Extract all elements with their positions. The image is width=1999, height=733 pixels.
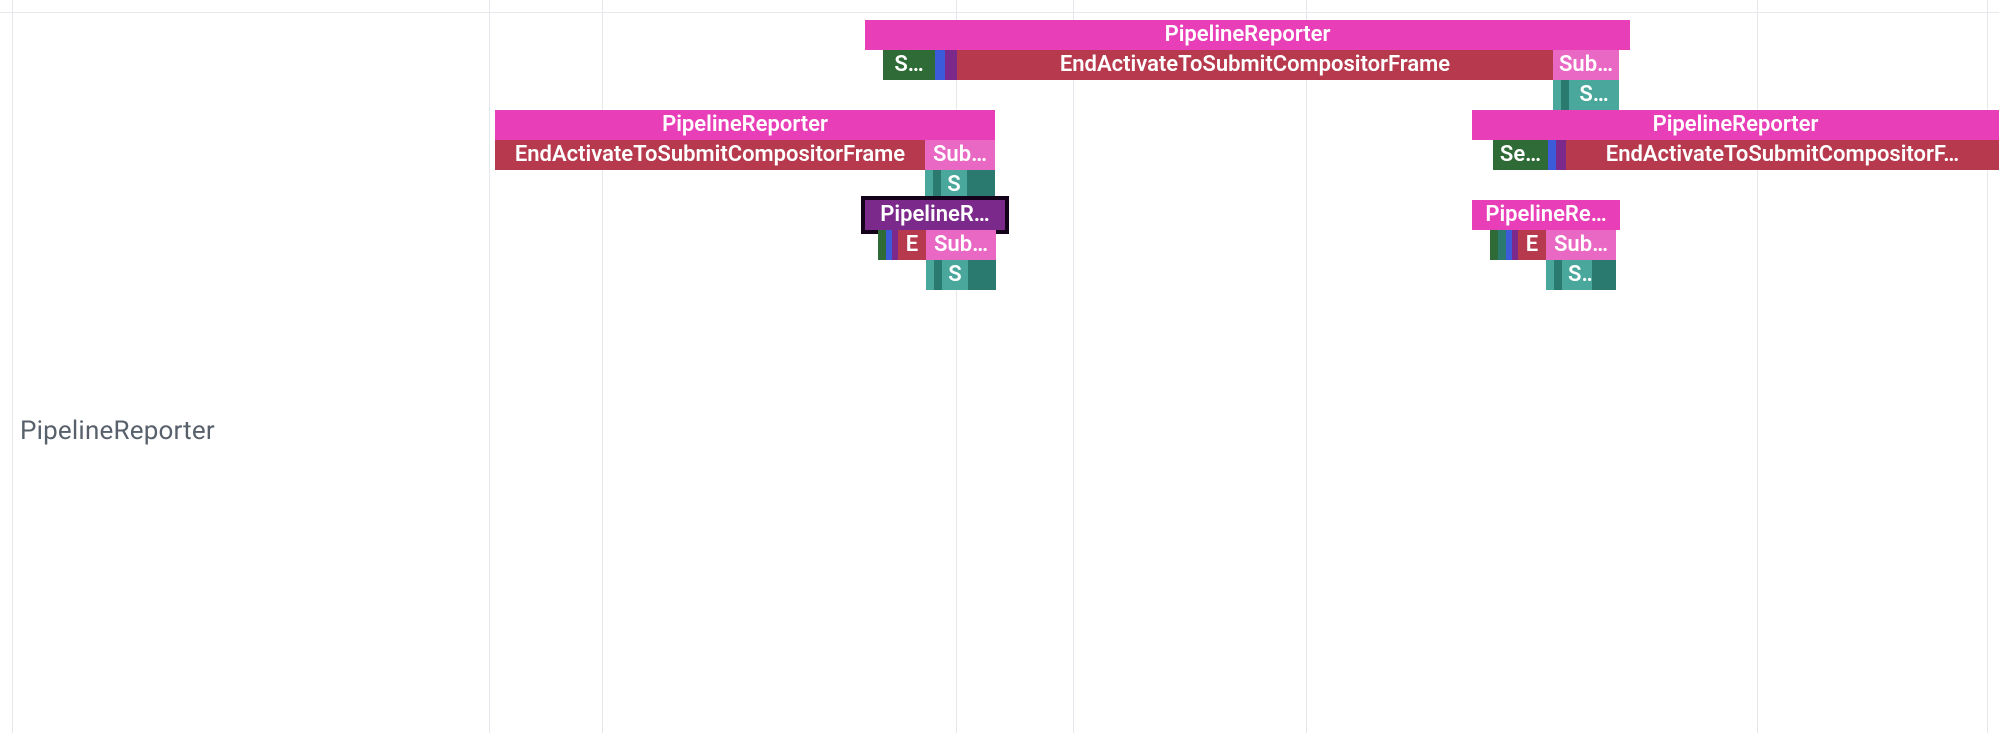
trace-slice[interactable] xyxy=(968,260,996,290)
track-row-label[interactable]: PipelineReporter xyxy=(20,416,215,446)
trace-slice[interactable] xyxy=(967,170,995,200)
trace-slice[interactable]: PipelineRe… xyxy=(1472,200,1620,230)
trace-slice[interactable]: Sub… xyxy=(925,140,995,170)
trace-slice[interactable]: Sub… xyxy=(1553,50,1619,80)
trace-slice[interactable]: Se… xyxy=(1493,140,1548,170)
trace-slice[interactable] xyxy=(945,50,957,80)
trace-slice[interactable]: PipelineReporter xyxy=(865,20,1630,50)
trace-slice[interactable]: E xyxy=(898,230,926,260)
trace-slice[interactable]: EndActivateToSubmitCompositorFrame xyxy=(957,50,1553,80)
time-grid-line xyxy=(12,0,13,733)
trace-slice[interactable]: PipelineReporter xyxy=(495,110,995,140)
trace-slice[interactable]: EndActivateToSubmitCompositorF… xyxy=(1566,140,1999,170)
trace-slice[interactable]: Sub… xyxy=(1546,230,1616,260)
trace-slice[interactable]: PipelineR… xyxy=(865,200,1005,230)
trace-slice[interactable] xyxy=(1592,260,1616,290)
time-grid-line xyxy=(1073,0,1074,733)
trace-slice[interactable]: S… xyxy=(883,50,935,80)
trace-slice[interactable]: E xyxy=(1518,230,1546,260)
trace-slice[interactable]: S… xyxy=(1569,80,1619,110)
trace-timeline-viewport[interactable]: PipelineReporterPipelineReporterS…EndAct… xyxy=(0,0,1999,733)
trace-slice[interactable]: EndActivateToSubmitCompositorFrame xyxy=(495,140,925,170)
trace-slice[interactable]: PipelineReporter xyxy=(1472,110,1999,140)
trace-slice[interactable]: S xyxy=(942,260,968,290)
time-grid-line xyxy=(489,0,490,733)
trace-slice[interactable]: S xyxy=(941,170,967,200)
time-grid-line xyxy=(1306,0,1307,733)
trace-slice[interactable]: S… xyxy=(1562,260,1592,290)
trace-slice[interactable]: Sub… xyxy=(926,230,996,260)
row-separator xyxy=(0,12,1999,13)
